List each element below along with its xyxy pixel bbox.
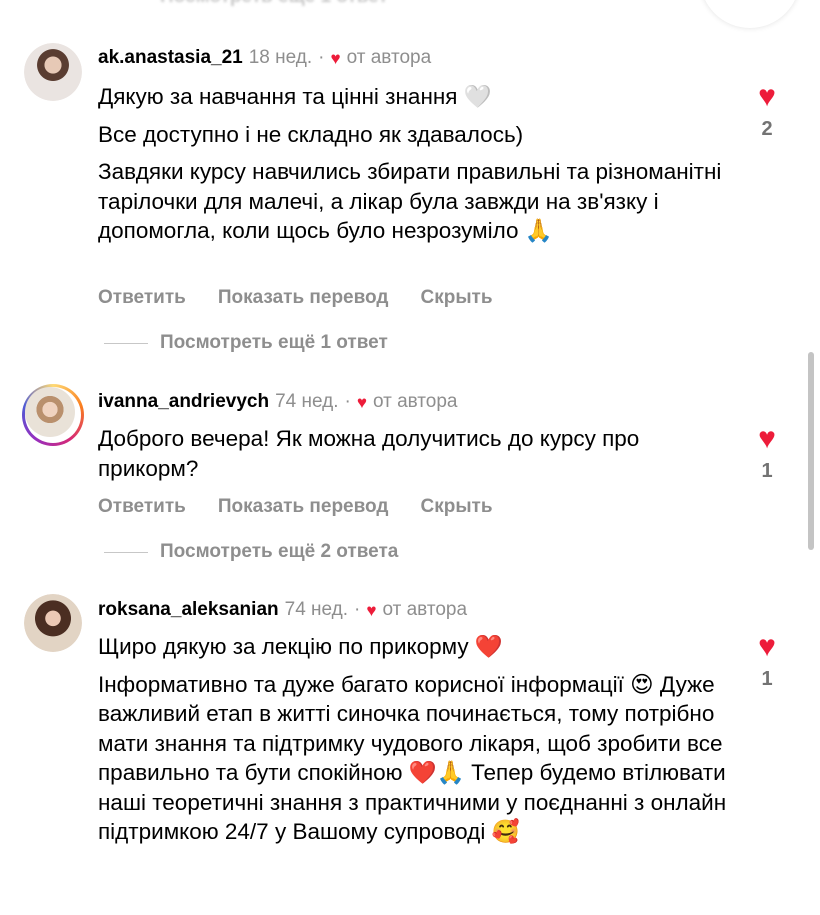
- username[interactable]: ak.anastasia_21: [98, 47, 243, 69]
- like-count: 2: [761, 118, 773, 140]
- comment-paragraph: Дякую за навчання та цінні знання 🤍: [98, 84, 492, 109]
- comment-actions: Ответить Показать перевод Скрыть: [98, 496, 493, 518]
- author-like-label: от автора: [346, 47, 432, 68]
- comment-paragraph: Щиро дякую за лекцію по прикорму ❤️: [98, 634, 503, 659]
- translate-button[interactable]: Показать перевод: [218, 287, 389, 309]
- like-count: 1: [761, 460, 773, 482]
- heart-small-icon: ♥: [330, 48, 341, 68]
- avatar[interactable]: [22, 592, 84, 654]
- translate-button[interactable]: Показать перевод: [218, 496, 389, 518]
- comment-text: Дякую за навчання та цінні знання 🤍 Все …: [98, 82, 728, 254]
- comment-paragraph: Все доступно і не складно як здавалось): [98, 121, 524, 147]
- author-like-label: от автора: [372, 391, 458, 412]
- reply-button[interactable]: Ответить: [98, 287, 186, 309]
- comment-text: Щиро дякую за лекцію по прикорму ❤️ Інфо…: [98, 632, 728, 855]
- separator-dot: ·: [318, 47, 325, 68]
- comment-actions: Ответить Показать перевод Скрыть: [98, 287, 493, 309]
- author-like-label: от автора: [382, 599, 468, 620]
- timestamp: 74 нед.: [284, 599, 349, 620]
- separator-dot: ·: [354, 599, 361, 620]
- username[interactable]: roksana_aleksanian: [98, 599, 279, 621]
- like-control[interactable]: ♥ 1: [744, 632, 790, 691]
- comment-paragraph: Завдяки курсу навчились збирати правильн…: [98, 159, 722, 243]
- separator-dot: ·: [344, 391, 351, 412]
- scrollbar[interactable]: [808, 352, 814, 550]
- comment-meta: roksana_aleksanian 74 нед. · ♥ от автора: [98, 599, 467, 621]
- timestamp: 74 нед.: [275, 391, 339, 412]
- heart-small-icon: ♥: [356, 392, 367, 412]
- view-replies-button[interactable]: Посмотреть ещё 2 ответа: [104, 541, 398, 563]
- username[interactable]: ivanna_andrievych: [98, 391, 269, 413]
- heart-icon[interactable]: ♥: [744, 632, 790, 662]
- heart-small-icon: ♥: [366, 600, 377, 620]
- comment-text: Доброго вечера! Як можна долучитись до к…: [98, 424, 718, 491]
- comment-paragraph: Інформативно та дуже багато корисної інф…: [98, 671, 727, 845]
- like-count: 1: [761, 668, 773, 690]
- heart-icon[interactable]: ♥: [744, 424, 790, 454]
- comment-meta: ak.anastasia_21 18 нед. · ♥ от автора: [98, 47, 431, 69]
- avatar[interactable]: [22, 384, 84, 446]
- view-replies-label: Посмотреть ещё 2 ответа: [160, 541, 399, 562]
- divider-line: [104, 342, 148, 344]
- like-control[interactable]: ♥ 2: [744, 82, 790, 141]
- partial-top-text: Посмотреть ещё 1 ответ: [160, 0, 480, 8]
- hide-button[interactable]: Скрыть: [420, 287, 492, 309]
- comment-meta: ivanna_andrievych 74 нед. · ♥ от автора: [98, 391, 458, 413]
- comment-paragraph: Доброго вечера! Як можна долучитись до к…: [98, 426, 640, 481]
- heart-icon[interactable]: ♥: [744, 82, 790, 112]
- divider-line: [104, 551, 148, 553]
- hide-button[interactable]: Скрыть: [420, 496, 492, 518]
- timestamp: 18 нед.: [248, 47, 313, 68]
- view-replies-button[interactable]: Посмотреть ещё 1 ответ: [104, 332, 388, 354]
- view-replies-label: Посмотреть ещё 1 ответ: [160, 332, 388, 353]
- reply-button[interactable]: Ответить: [98, 496, 186, 518]
- floating-circle: [700, 0, 800, 28]
- like-control[interactable]: ♥ 1: [744, 424, 790, 483]
- avatar[interactable]: [22, 41, 84, 103]
- story-ring: [22, 384, 84, 446]
